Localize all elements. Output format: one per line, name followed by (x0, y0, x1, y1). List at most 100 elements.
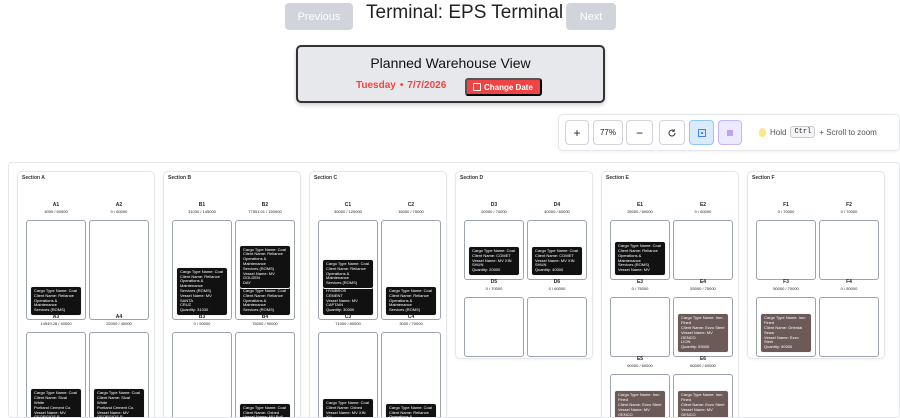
cargo-card[interactable]: Cargo Type Name: Coal Client Name: COMET V… (468, 246, 520, 276)
bay-label: A3 (52, 314, 60, 320)
cargo-card[interactable]: Cargo Type Name: Coal Client Name: Relian… (239, 286, 291, 316)
cargo-card[interactable]: Cargo Type Name: Coal Client Name: Oxbed V… (239, 402, 291, 417)
cargo-card-line: Quantity: 50000 (764, 344, 793, 350)
storage-bay[interactable]: Cargo Type Name: Coal Client Name: COMET V… (464, 220, 524, 280)
cargo-card[interactable]: Cargo Type Name: Iron Fined Client Name: … (677, 390, 729, 417)
cargo-card[interactable]: Cargo Type Name: Iron Fined Client Name: … (760, 313, 812, 353)
cargo-card-line: Vessel Name: MV XIN YU (326, 409, 366, 418)
cargo-card[interactable]: Cargo Type Name: Coal Client Name: COMET V… (531, 246, 583, 276)
bay-label: D5 (490, 279, 498, 285)
bay-capacity: 22000 / 40000 (106, 321, 132, 326)
storage-bay[interactable]: Cargo Type Name: Iron Fined Client Name: … (610, 374, 670, 417)
storage-bay[interactable]: Cargo Type Name: Coal Client Name: Oxbed V… (318, 332, 378, 418)
storage-bay[interactable] (610, 297, 670, 357)
zoom-out-button[interactable]: − (626, 120, 653, 145)
cargo-card[interactable]: Cargo Type Name: Coal Client Name: Relian… (176, 266, 228, 316)
storage-bay[interactable]: Cargo Type Name: CoalClient Name: HYMBRO… (318, 220, 378, 320)
storage-bay[interactable] (673, 220, 733, 280)
bay-capacity: 60000 / 60000 (690, 363, 716, 368)
cargo-card[interactable]: Cargo Type Name: Coal Client Name: Relian… (322, 259, 374, 289)
bay-capacity: 31030 / 145000 (188, 209, 216, 214)
top-navigation: Previous Terminal: EPS Terminal Next (0, 0, 900, 34)
previous-button[interactable]: Previous (285, 3, 353, 30)
storage-bay[interactable] (89, 220, 149, 320)
planned-date-value: 7/7/2026 (407, 80, 447, 91)
storage-bay[interactable]: Cargo Type Name: Coal Client Name: Relian… (381, 220, 441, 320)
storage-bay[interactable] (819, 297, 879, 357)
bay-capacity: 60000 / 60000 (627, 363, 653, 368)
lightbulb-icon (759, 127, 766, 137)
cargo-card[interactable]: Cargo Type Name: Coal Client Name: Relian… (30, 286, 82, 316)
storage-bay[interactable] (819, 220, 879, 280)
cargo-card[interactable]: Cargo Type Name: Iron Fined Client Name: … (677, 313, 729, 353)
cargo-card[interactable]: Cargo Type Name: Coal Client Name: Relian… (614, 241, 666, 276)
planned-day: Tuesday (356, 80, 396, 91)
bay-capacity: 53000 / 75000 (690, 286, 716, 291)
bay-label: D6 (553, 279, 561, 285)
zoom-in-button[interactable]: + (565, 120, 589, 145)
change-date-label: Change Date (484, 82, 533, 92)
cargo-card-line: Quantity: 30000 (326, 307, 355, 313)
change-date-button[interactable]: Change Date (465, 78, 542, 96)
bay-label: D4 (553, 202, 561, 208)
bay-label: C1 (344, 202, 352, 208)
cargo-card[interactable]: Cargo Type Name: Coal Client Name: Sival … (93, 388, 145, 417)
cargo-card-line: Services (ROMS) (243, 307, 275, 313)
storage-bay[interactable]: Cargo Type Name: Coal Client Name: Relian… (172, 220, 232, 320)
section-title: Section F (752, 175, 775, 181)
section-title: Section B (168, 175, 192, 181)
cargo-card[interactable]: Cargo Type Name: Coal Client Name: Relian… (239, 244, 291, 289)
storage-bay[interactable] (756, 220, 816, 280)
bay-capacity: 75000 / 90000 (252, 321, 278, 326)
hint-suffix: + Scroll to zoom (819, 127, 877, 137)
zoom-hint: Hold Ctrl + Scroll to zoom (759, 126, 877, 138)
bay-capacity: 20000 / 70000 (481, 209, 507, 214)
storage-bay[interactable] (527, 297, 587, 357)
bay-capacity: 0 / 70000 (777, 209, 795, 214)
bay-capacity: 0 / 60000 (694, 209, 712, 214)
storage-bay[interactable]: Cargo Type Name: Coal Client Name: Relian… (26, 220, 86, 320)
storage-bay[interactable]: Cargo Type Name: Iron Fined Client Name: … (673, 374, 733, 417)
cargo-card[interactable]: Cargo Type Name: Coal Client Name: Oxbed V… (322, 398, 374, 418)
calendar-icon (473, 83, 481, 91)
list-view-button[interactable] (718, 120, 742, 145)
cargo-card[interactable]: Cargo Type Name: Coal Client Name: Relian… (385, 402, 437, 417)
bay-label: B3 (198, 314, 206, 320)
storage-bay[interactable]: Cargo Type Name: Coal Client Name: Relian… (381, 332, 441, 417)
bay-capacity: 4000 / 60000 (44, 209, 68, 214)
reset-view-button[interactable] (659, 120, 685, 145)
warehouse-section: Section C C130000 / 120000 Cargo Type Name… (309, 171, 447, 418)
storage-bay[interactable] (464, 297, 524, 357)
storage-bay[interactable] (172, 332, 232, 417)
storage-bay[interactable]: Cargo Type Name: Coal Client Name: COMET V… (527, 220, 587, 280)
storage-bay[interactable]: Cargo Type Name: Coal Client Name: Relian… (610, 220, 670, 280)
bay-label: E6 (699, 356, 707, 362)
storage-bay[interactable]: Cargo Type Name: Coal Client Name: Sival … (89, 332, 149, 417)
bay-label: F3 (783, 279, 789, 285)
storage-bay[interactable]: Cargo Type Name: Iron Fined Client Name: … (673, 297, 733, 357)
storage-bay[interactable]: Cargo Type Name: Iron Fined Client Name: … (756, 297, 816, 357)
cargo-card[interactable]: Cargo Type Name: Iron Fined Client Name: … (614, 390, 666, 417)
bay-label: B1 (198, 202, 206, 208)
section-title: Section C (314, 175, 338, 181)
planned-date: Tuesday • 7/7/2026 (356, 80, 446, 91)
storage-bay[interactable]: Cargo Type Name: Coal Client Name: Relian… (235, 220, 295, 320)
bay-capacity: 40000 / 60000 (544, 209, 570, 214)
cargo-card[interactable]: Cargo Type Name: Coal Client Name: Sival … (30, 388, 82, 417)
storage-bay[interactable]: Cargo Type Name: Coal Client Name: Oxbed V… (235, 332, 295, 417)
warehouse-canvas[interactable]: Section A A1 4000 / 60000 Cargo Type Name: … (8, 162, 900, 418)
cargo-card-line: Quantity: 20000 (472, 267, 501, 273)
rotate-icon (668, 128, 676, 136)
warehouse-section: Section F F1 0 / 70000 F2 0 / 70000 F3 50000 /… (747, 171, 885, 359)
storage-bay[interactable]: Cargo Type Name: Coal Client Name: Sival … (26, 332, 86, 417)
cargo-card[interactable]: Cargo Type Name: Coal Client Name: Relian… (385, 286, 437, 316)
warehouse-section: Section E E1 25000 / 60000 Cargo Type Name:… (601, 171, 739, 417)
fit-view-button[interactable] (689, 120, 714, 145)
planned-warehouse-card: Planned Warehouse View Tuesday • 7/7/2026 … (296, 45, 605, 103)
bay-capacity: 0 / 70000 (840, 209, 858, 214)
zoom-level: 77% (593, 120, 623, 145)
bay-label: E1 (636, 202, 644, 208)
next-button[interactable]: Next (566, 3, 616, 30)
section-title: Section A (22, 175, 45, 181)
list-icon (727, 130, 733, 135)
